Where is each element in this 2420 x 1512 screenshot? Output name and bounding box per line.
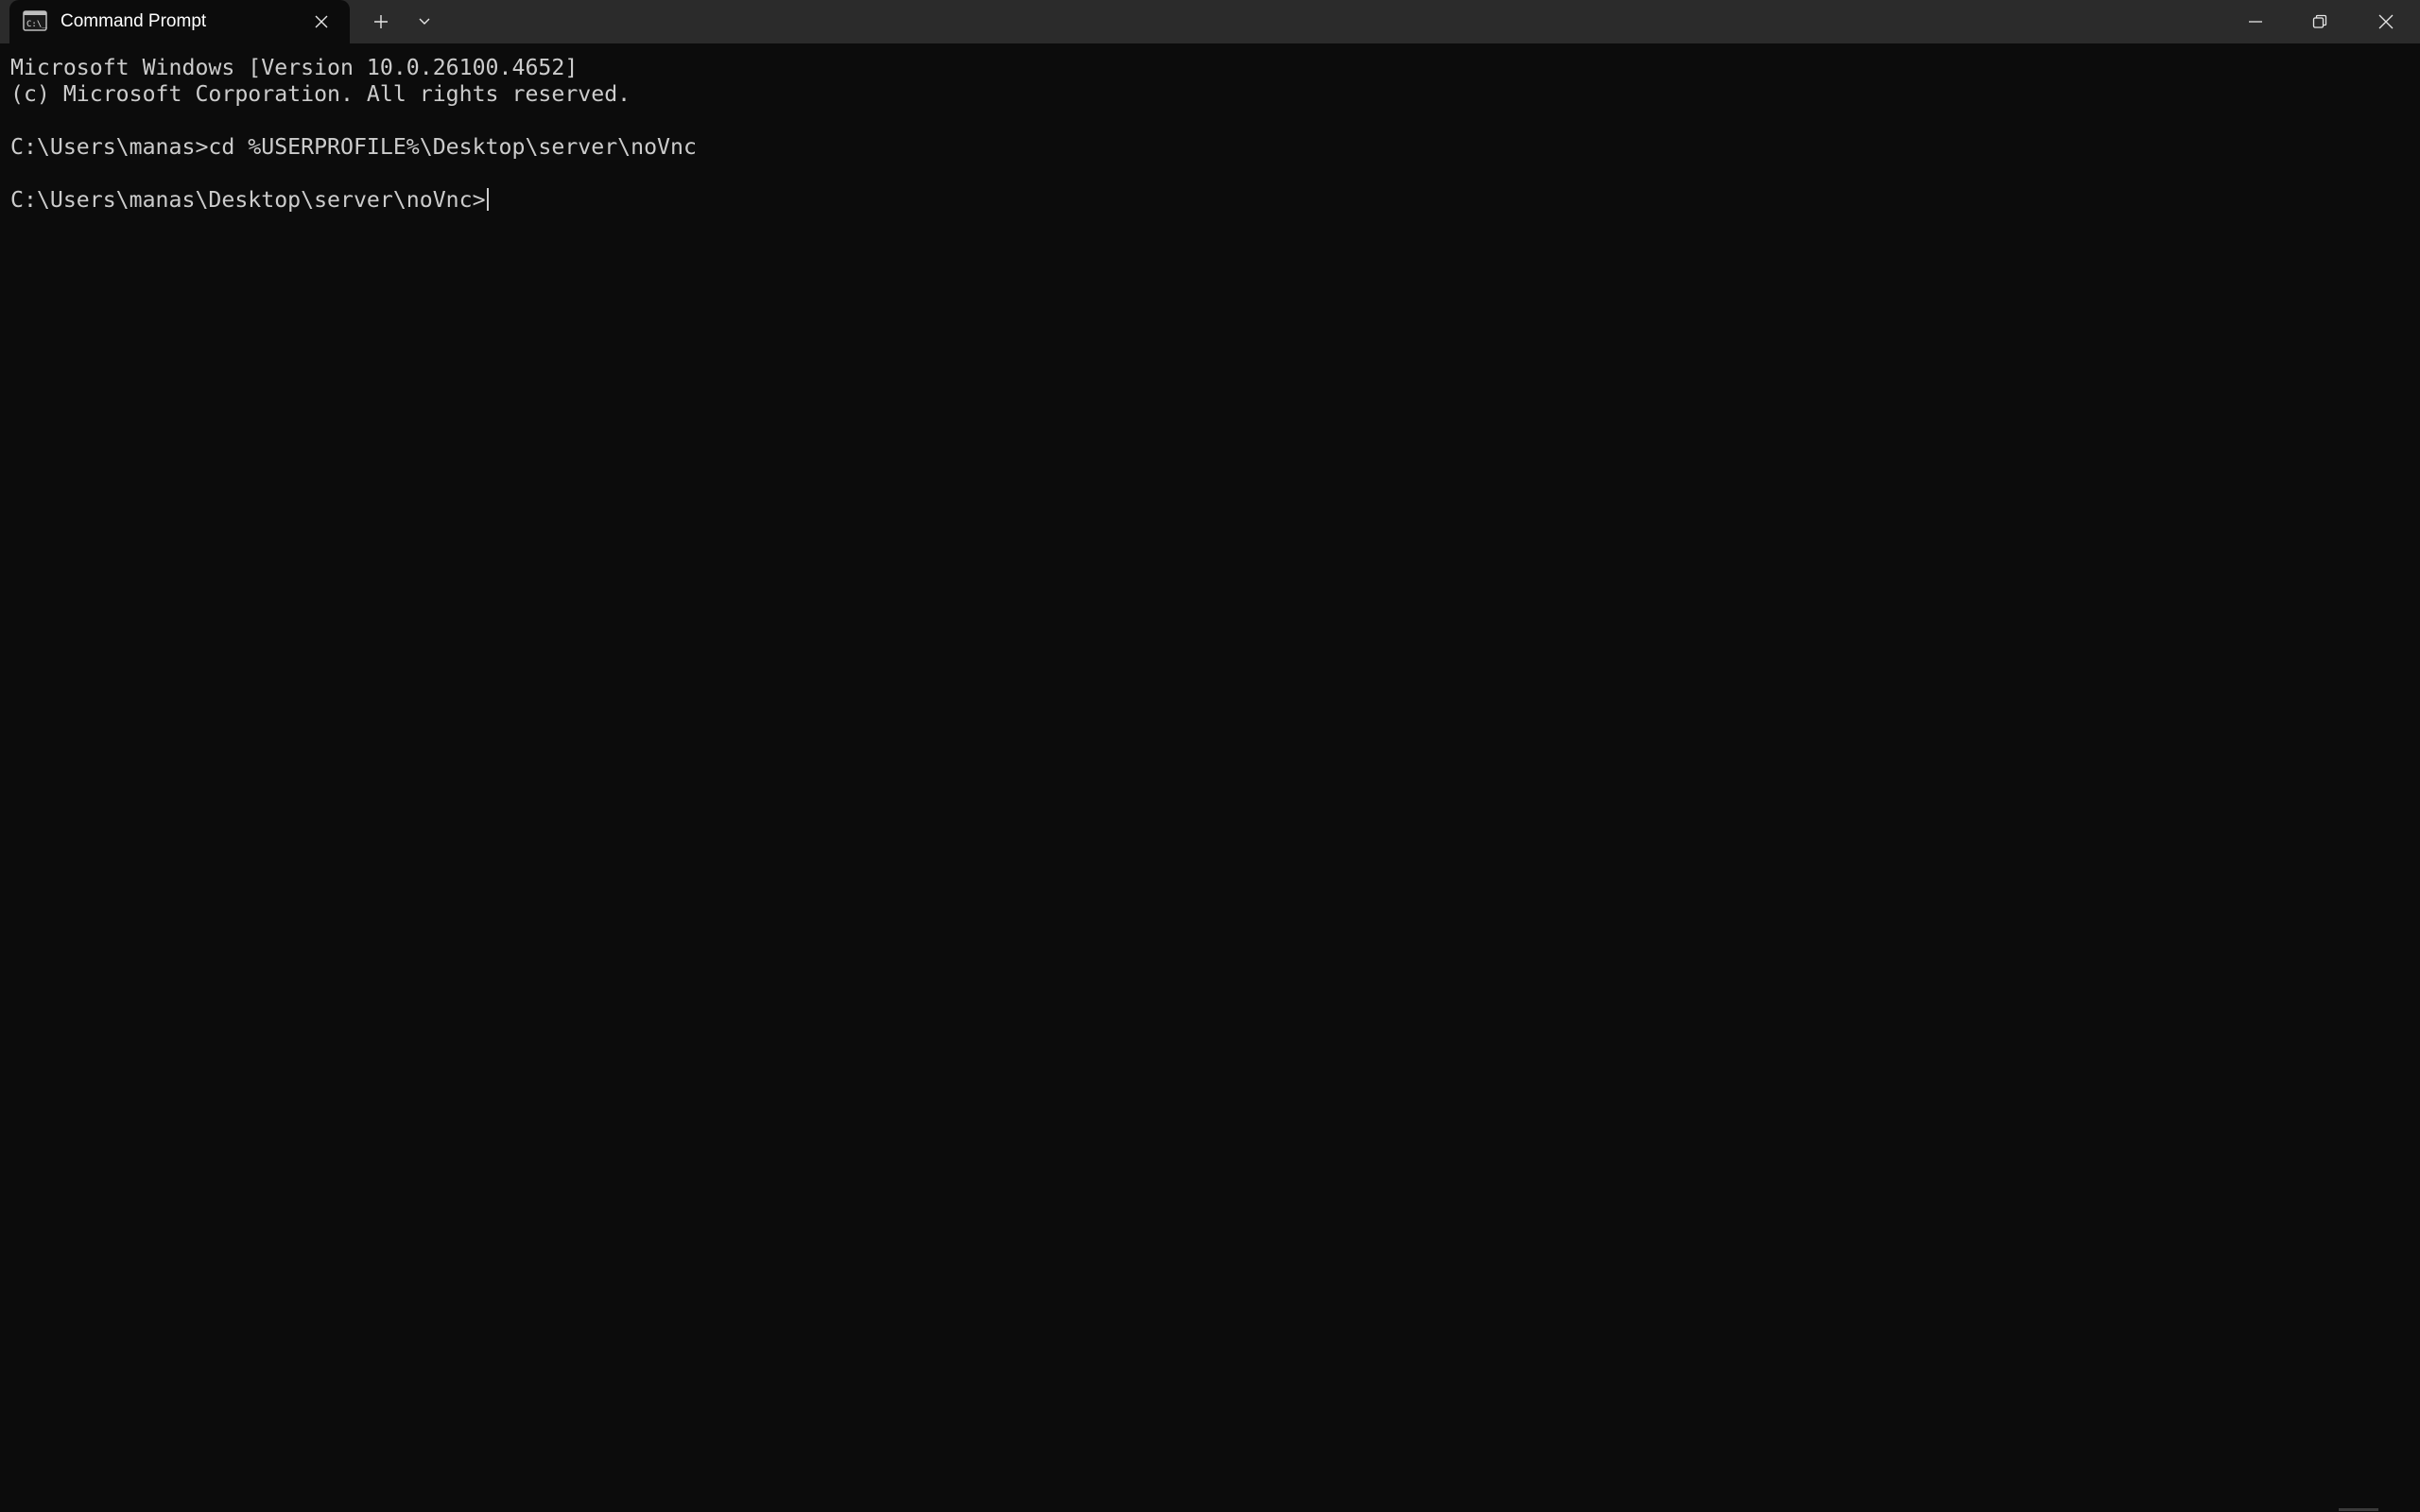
tab-title: Command Prompt	[60, 11, 207, 31]
title-bar[interactable]: C:\_ Command Prompt	[0, 0, 2420, 43]
tab-command-prompt[interactable]: C:\_ Command Prompt	[9, 0, 350, 43]
restore-icon	[2312, 14, 2327, 28]
cmd-icon: C:\_	[23, 10, 47, 31]
tab-close-icon[interactable]	[310, 10, 333, 33]
svg-text:C:\_: C:\_	[26, 20, 47, 29]
scrollbar-thumb[interactable]	[2339, 1508, 2378, 1511]
tab-dropdown-button[interactable]	[410, 9, 439, 34]
terminal-prompt: C:\Users\manas\Desktop\server\noVnc>	[10, 187, 486, 213]
terminal-line: Microsoft Windows [Version 10.0.26100.46…	[10, 55, 579, 80]
minimize-icon	[2249, 21, 2262, 23]
window-close-button[interactable]	[2354, 0, 2418, 43]
terminal-line: (c) Microsoft Corporation. All rights re…	[10, 81, 631, 107]
terminal-line: C:\Users\manas>cd %USERPROFILE%\Desktop\…	[10, 134, 697, 160]
minimize-button[interactable]	[2223, 0, 2288, 43]
chevron-down-icon	[419, 18, 430, 25]
new-tab-button[interactable]	[367, 9, 395, 34]
text-cursor	[486, 188, 489, 211]
terminal-window: C:\_ Command Prompt Microsoft Windows [V…	[0, 0, 2420, 1512]
close-icon	[2378, 14, 2394, 29]
terminal-output[interactable]: Microsoft Windows [Version 10.0.26100.46…	[10, 55, 2401, 214]
restore-button[interactable]	[2288, 0, 2352, 43]
plus-icon	[374, 15, 388, 28]
terminal-prompt-line: C:\Users\manas\Desktop\server\noVnc>	[10, 187, 2401, 214]
